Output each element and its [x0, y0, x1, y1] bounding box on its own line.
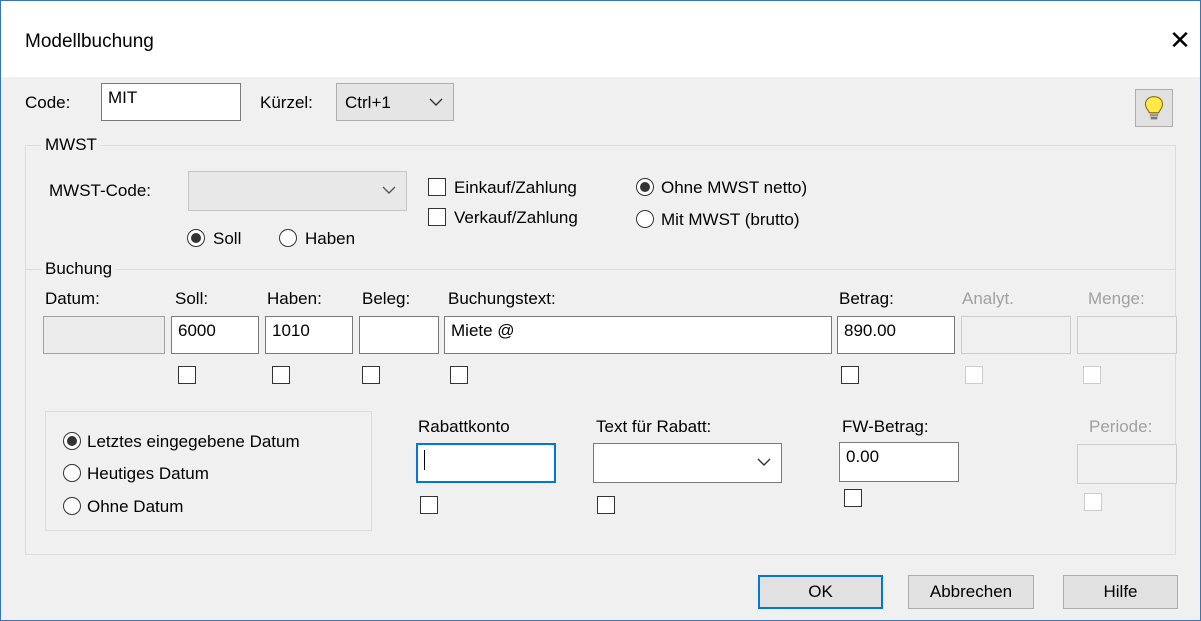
buchungstext-input[interactable]: Miete @	[444, 316, 832, 354]
text-rabatt-select[interactable]	[593, 443, 782, 483]
soll-label: Soll:	[175, 289, 209, 308]
fw-betrag-input[interactable]: 0.00	[839, 442, 959, 482]
periode-checkbox	[1084, 493, 1102, 511]
text-rabatt-checkbox[interactable]	[597, 496, 615, 514]
datum-input[interactable]	[43, 316, 165, 354]
dialog-window: Modellbuchung ✕ Code: MIT Kürzel: Ctrl+1…	[0, 0, 1201, 621]
dialog-title: Modellbuchung	[25, 31, 154, 52]
menge-input	[1077, 316, 1177, 354]
ohne-datum-label: Ohne Datum	[87, 497, 184, 516]
betrag-label: Betrag:	[839, 289, 894, 308]
heutiges-datum-radio[interactable]	[63, 464, 81, 482]
rabattkonto-label: Rabattkonto	[418, 417, 510, 436]
buchungstext-checkbox[interactable]	[450, 366, 468, 384]
haben-input[interactable]: 1010	[265, 316, 353, 354]
betrag-input[interactable]: 890.00	[837, 316, 955, 354]
beleg-label: Beleg:	[362, 289, 411, 308]
title-bar: Modellbuchung ✕	[1, 1, 1200, 77]
help-button[interactable]: Hilfe	[1063, 575, 1178, 609]
code-label: Code:	[25, 93, 71, 112]
periode-label: Periode:	[1089, 417, 1153, 436]
beleg-checkbox[interactable]	[362, 366, 380, 384]
buchungstext-label: Buchungstext:	[448, 289, 556, 308]
code-input[interactable]: MIT	[101, 83, 241, 121]
chevron-down-icon	[757, 458, 771, 466]
close-icon: ✕	[1169, 25, 1191, 55]
chevron-down-icon	[429, 98, 443, 106]
rabattkonto-checkbox[interactable]	[420, 496, 438, 514]
menge-label: Menge:	[1088, 289, 1145, 308]
analyt-label: Analyt.	[962, 289, 1014, 308]
hint-button[interactable]	[1135, 89, 1173, 127]
kuerzel-select[interactable]: Ctrl+1	[336, 83, 454, 121]
soll-checkbox[interactable]	[178, 366, 196, 384]
analyt-checkbox	[965, 366, 983, 384]
rabattkonto-input[interactable]	[416, 443, 556, 483]
fw-betrag-checkbox[interactable]	[844, 489, 862, 507]
heutiges-datum-label: Heutiges Datum	[87, 464, 209, 483]
haben-checkbox[interactable]	[272, 366, 290, 384]
soll-input[interactable]: 6000	[171, 316, 259, 354]
ok-button[interactable]: OK	[758, 575, 883, 609]
kuerzel-value: Ctrl+1	[345, 93, 391, 112]
periode-input	[1077, 444, 1177, 484]
menge-checkbox	[1083, 366, 1101, 384]
text-rabatt-label: Text für Rabatt:	[596, 417, 712, 436]
letztes-datum-radio[interactable]	[63, 432, 81, 450]
datum-label: Datum:	[45, 289, 100, 308]
beleg-input[interactable]	[359, 316, 439, 354]
analyt-input	[961, 316, 1071, 354]
cancel-button[interactable]: Abbrechen	[908, 575, 1034, 609]
close-button[interactable]: ✕	[1165, 25, 1195, 55]
letztes-datum-label: Letztes eingegebene Datum	[87, 432, 300, 451]
ohne-datum-radio[interactable]	[63, 497, 81, 515]
haben-label: Haben:	[267, 289, 322, 308]
text-caret	[424, 449, 425, 470]
betrag-checkbox[interactable]	[841, 366, 859, 384]
kuerzel-label: Kürzel:	[260, 93, 313, 112]
lightbulb-icon	[1144, 96, 1164, 120]
fw-betrag-label: FW-Betrag:	[842, 417, 929, 436]
